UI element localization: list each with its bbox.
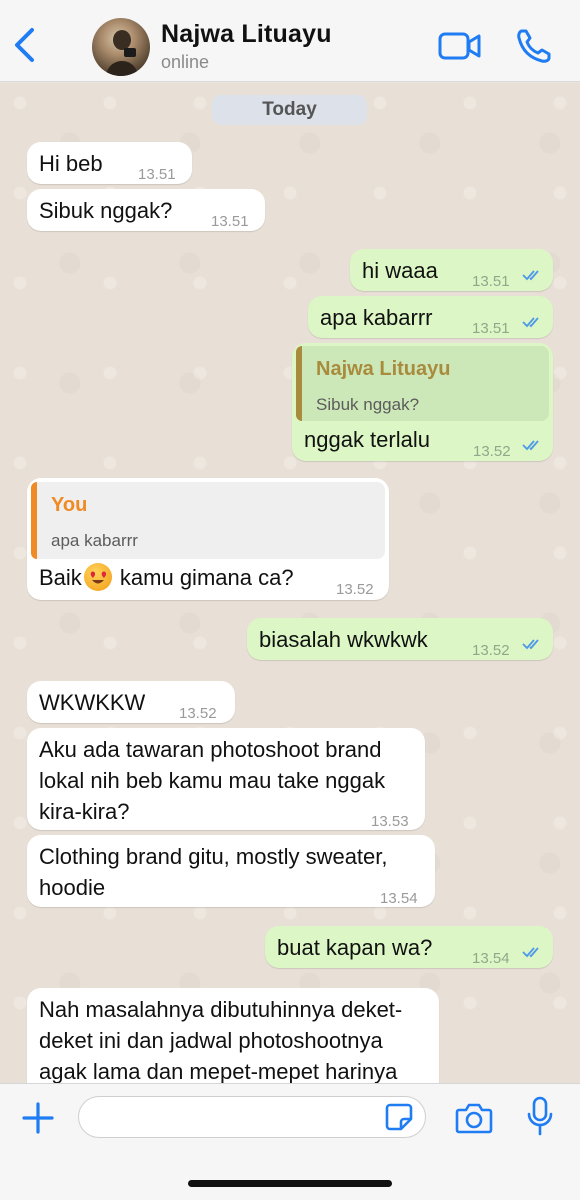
quote-author: You [51, 494, 88, 516]
message-time: 13.52 [472, 642, 510, 659]
attach-button[interactable] [20, 1100, 56, 1136]
back-button[interactable] [8, 24, 42, 66]
sticker-button[interactable] [384, 1102, 414, 1132]
message-time: 13.51 [472, 320, 510, 337]
incoming-message[interactable]: Aku ada tawaran photoshoot brand lokal n… [27, 728, 425, 830]
incoming-message[interactable]: Hi beb 13.51 [27, 142, 192, 184]
message-text: biasalah wkwkwk [259, 627, 428, 652]
message-time: 13.53 [371, 813, 409, 830]
message-text: nggak terlalu [304, 427, 430, 452]
read-receipt-icon [522, 317, 539, 328]
message-time: 13.51 [472, 273, 510, 290]
message-time: 13.54 [380, 890, 418, 907]
chat-area[interactable]: Today Hi beb 13.51 Sibuk nggak? 13.51 hi… [0, 83, 580, 1083]
composer-bar [0, 1083, 580, 1200]
outgoing-message[interactable]: hi waaa 13.51 [350, 249, 553, 291]
message-text: hi waaa [362, 258, 438, 283]
video-call-button[interactable] [438, 28, 482, 64]
message-line: lokal nih beb kamu mau take nggak [39, 768, 386, 793]
phone-icon [517, 29, 551, 63]
quote-bar [296, 346, 302, 421]
contact-avatar[interactable] [92, 18, 150, 76]
quote-author: Najwa Lituayu [316, 358, 451, 380]
message-line: hoodie [39, 875, 106, 900]
voice-message-button[interactable] [526, 1096, 554, 1138]
message-line: deket ini dan jadwal photoshootnya [39, 1028, 383, 1053]
chevron-left-icon [15, 28, 34, 62]
message-time: 13.52 [473, 443, 511, 460]
message-input[interactable] [78, 1096, 426, 1138]
contact-status: online [161, 52, 210, 72]
quote-text: Sibuk nggak? [316, 395, 420, 414]
message-time: 13.51 [138, 166, 176, 183]
plus-icon [22, 1102, 54, 1134]
outgoing-message[interactable]: buat kapan wa? 13.54 [265, 926, 553, 968]
outgoing-message[interactable]: apa kabarrr 13.51 [308, 296, 553, 338]
outgoing-message[interactable]: biasalah wkwkwk 13.52 [247, 618, 553, 660]
incoming-message[interactable]: Sibuk nggak? 13.51 [27, 189, 265, 231]
message-time: 13.52 [336, 581, 374, 598]
quote-text: apa kabarrr [51, 531, 138, 550]
contact-name[interactable]: Najwa Lituayu [161, 20, 332, 49]
quote-bar [31, 482, 37, 559]
heart-eyes-emoji-icon [83, 563, 112, 591]
incoming-message[interactable]: Clothing brand gitu, mostly sweater, hoo… [27, 835, 435, 907]
read-receipt-icon [522, 639, 539, 650]
quoted-message[interactable]: Najwa Lituayu Sibuk nggak? [296, 346, 549, 421]
message-text: Hi beb [39, 151, 103, 176]
incoming-message[interactable]: Nah masalahnya dibutuhinnya deket- deket… [27, 988, 439, 1083]
read-receipt-icon [522, 440, 539, 451]
camera-icon [455, 1103, 493, 1134]
outgoing-reply-message[interactable]: Najwa Lituayu Sibuk nggak? nggak terlalu… [292, 343, 553, 461]
message-text: WKWKKW [39, 690, 146, 715]
message-text: apa kabarrr [320, 305, 433, 330]
message-line: Aku ada tawaran photoshoot brand [39, 737, 382, 762]
incoming-message[interactable]: WKWKKW 13.52 [27, 681, 235, 723]
incoming-reply-message[interactable]: You apa kabarrr Baik kamu gimana ca? 13.… [27, 478, 389, 600]
message-text: Sibuk nggak? [39, 198, 173, 223]
message-time: 13.51 [211, 213, 249, 230]
message-line: Clothing brand gitu, mostly sweater, [39, 844, 388, 869]
read-receipt-icon [522, 947, 539, 958]
sticker-icon [385, 1103, 413, 1131]
message-time: 13.52 [179, 705, 217, 722]
message-time: 13.54 [472, 950, 510, 967]
mic-icon [527, 1096, 553, 1136]
home-indicator [188, 1180, 392, 1187]
avatar-photo [106, 30, 138, 76]
message-line: agak lama dan mepet-mepet harinya [39, 1059, 398, 1083]
chat-header: Najwa Lituayu online [0, 0, 580, 82]
message-text: kamu gimana ca? [113, 565, 294, 590]
message-text: buat kapan wa? [277, 935, 433, 960]
video-camera-icon [438, 32, 481, 60]
read-receipt-icon [522, 270, 539, 281]
date-separator: Today [212, 95, 367, 125]
message-line: Nah masalahnya dibutuhinnya deket- [39, 997, 403, 1022]
message-line: kira-kira? [39, 799, 130, 824]
quoted-message[interactable]: You apa kabarrr [31, 482, 385, 559]
voice-call-button[interactable] [514, 26, 554, 66]
message-text-line: Baik kamu gimana ca? [39, 562, 294, 593]
camera-button[interactable] [455, 1100, 493, 1136]
message-text: Baik [39, 565, 82, 590]
